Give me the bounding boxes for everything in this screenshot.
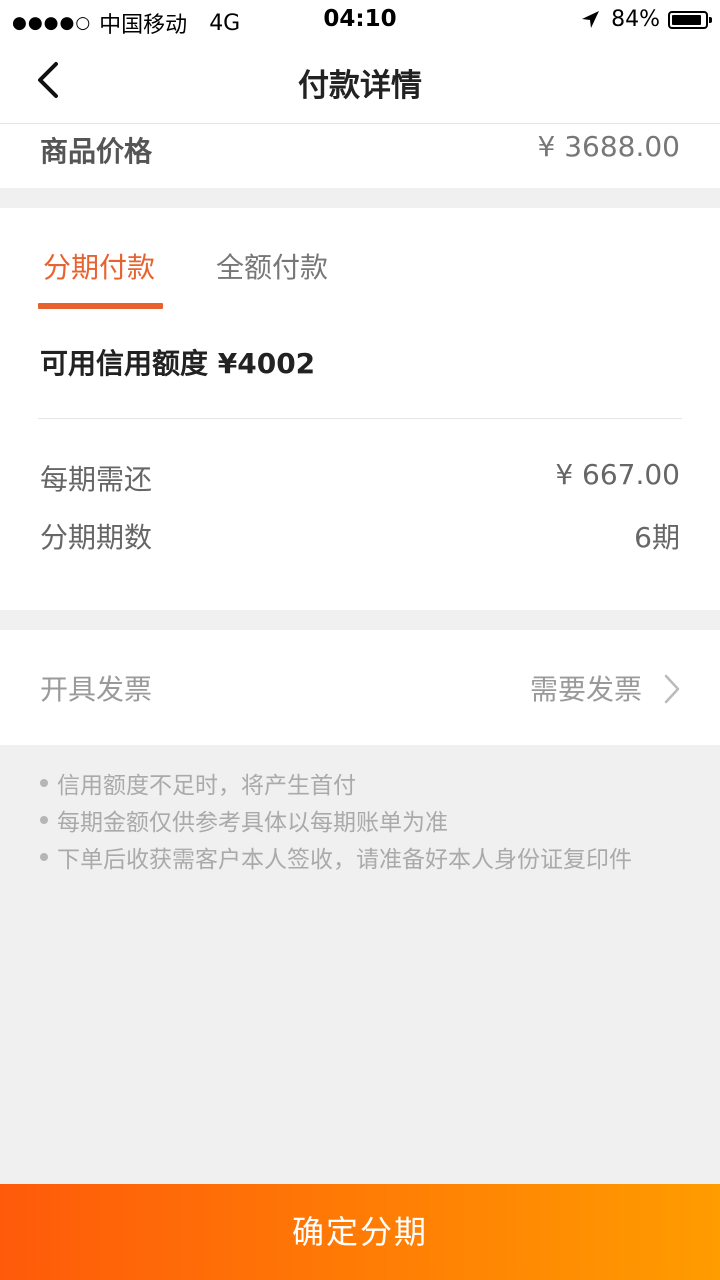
navigation-bar: 付款详情: [0, 40, 720, 124]
note-item: 信用额度不足时，将产生首付: [40, 764, 632, 801]
battery-cap: [709, 16, 712, 23]
installment-count-value: 6期: [634, 521, 680, 554]
invoice-label: 开具发票: [40, 673, 153, 706]
status-bar: ●●●●○ 中国移动 4G 04:10 84%: [0, 0, 720, 40]
tab-installment[interactable]: 分期付款: [43, 246, 155, 286]
product-price-row: 商品价格 ¥ 3688.00: [0, 124, 720, 188]
tab-full-payment[interactable]: 全额付款: [216, 246, 328, 286]
note-text: 信用额度不足时，将产生首付: [57, 772, 356, 799]
installment-count-label: 分期期数: [40, 521, 153, 554]
confirm-installment-button[interactable]: 确定分期: [0, 1184, 720, 1280]
note-text: 每期金额仅供参考具体以每期账单为准: [57, 809, 448, 836]
invoice-value: 需要发票: [529, 673, 642, 706]
payment-card: 分期付款 全额付款 可用信用额度 ¥4002 每期需还 ¥ 667.00 分期期…: [0, 208, 720, 610]
battery-icon: [668, 10, 712, 29]
notes-list: 信用额度不足时，将产生首付 每期金额仅供参考具体以每期账单为准 下单后收获需客户…: [40, 764, 632, 875]
active-tab-indicator: [38, 303, 163, 309]
invoice-row[interactable]: 开具发票 需要发票: [0, 630, 720, 745]
product-price-label: 商品价格: [40, 135, 153, 168]
note-item: 下单后收获需客户本人签收，请准备好本人身份证复印件: [40, 838, 632, 875]
per-period-payment-value: ¥ 667.00: [555, 458, 680, 491]
chevron-right-icon: [664, 674, 680, 704]
battery-fill: [672, 14, 701, 25]
note-text: 下单后收获需客户本人签收，请准备好本人身份证复印件: [57, 846, 632, 873]
product-price-value: ¥ 3688.00: [537, 130, 680, 163]
bullet-icon: [40, 815, 48, 824]
per-period-payment-label: 每期需还: [40, 463, 153, 496]
note-item: 每期金额仅供参考具体以每期账单为准: [40, 801, 632, 838]
bullet-icon: [40, 852, 48, 861]
available-credit: 可用信用额度 ¥4002: [40, 347, 316, 380]
divider: [38, 418, 682, 419]
bullet-icon: [40, 778, 48, 787]
status-bar-right: 84%: [579, 7, 712, 32]
battery-percent: 84%: [611, 7, 660, 32]
page-title: 付款详情: [298, 68, 422, 104]
location-arrow-icon: [582, 10, 600, 28]
